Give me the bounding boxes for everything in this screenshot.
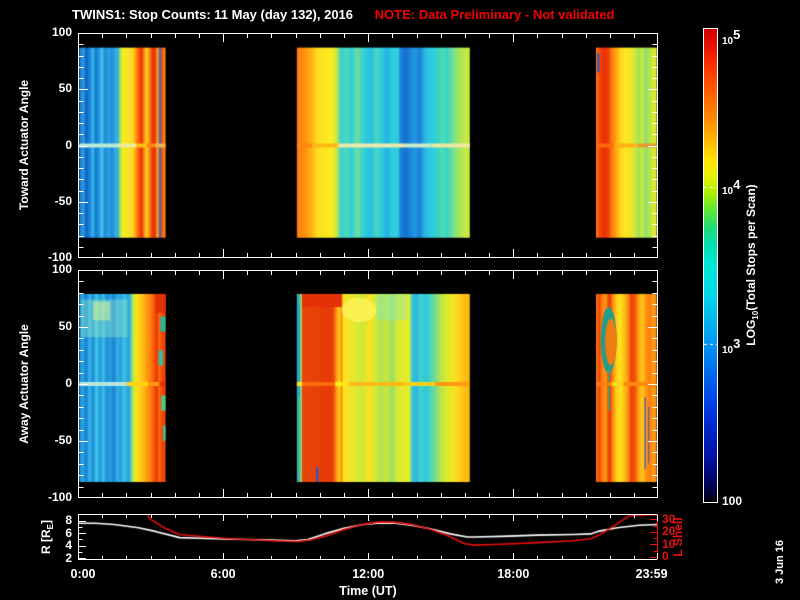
away-y-axis-label: Away Actuator Angle [17, 324, 31, 444]
time-tick-label: 12:00 [352, 567, 385, 581]
time-tick-label: 18:00 [497, 567, 530, 581]
y-tick-label: 0 [65, 376, 72, 390]
y-tick-label: 50 [58, 319, 72, 333]
orbit-panel-axes [78, 514, 658, 560]
colorbar-gradient [704, 29, 717, 502]
colorbar-tick-label: 105 [722, 27, 741, 47]
y-tick-label: -100 [47, 490, 72, 504]
lshell-tick-label: 30 [662, 511, 676, 526]
time-tick-label: 23:59 [635, 567, 668, 581]
time-axis-label: Time (UT) [339, 584, 397, 598]
away-spectrogram-panel [78, 270, 658, 498]
y-tick-label: 100 [51, 262, 72, 276]
preliminary-note: NOTE: Data Preliminary - Not validated [374, 7, 615, 22]
time-tick-label: 0:00 [70, 567, 96, 581]
colorbar [703, 28, 718, 503]
r-tick-label: 2 [65, 550, 72, 565]
colorbar-tick-label: 103 [722, 335, 741, 356]
date-stamp: 3 Jun 16 [774, 539, 786, 585]
twins-stop-counts-plot: TWINS1: Stop Counts: 11 May (day 132), 2… [0, 0, 800, 600]
y-tick-label: -50 [54, 193, 72, 208]
colorbar-tick-label: 104 [722, 177, 741, 198]
y-tick-label: -50 [54, 433, 72, 447]
plot-title-row: TWINS1: Stop Counts: 11 May (day 132), 2… [72, 7, 615, 22]
r-axis-label: R [RE] [39, 519, 55, 555]
away-panel-axes [78, 270, 658, 498]
colorbar-tick-label: 100 [722, 494, 743, 508]
y-tick-label: 100 [51, 25, 72, 39]
plot-title: TWINS1: Stop Counts: 11 May (day 132), 2… [72, 7, 354, 22]
time-tick-label: 6:00 [210, 567, 236, 581]
y-tick-label: 50 [58, 81, 72, 96]
colorbar-title: LOG10(Total Stops per Scan) [744, 184, 760, 346]
orbit-line-panel [78, 514, 658, 560]
y-tick-label: 0 [65, 137, 72, 152]
toward-y-axis-label: Toward Actuator Angle [17, 79, 31, 211]
toward-spectrogram-panel [78, 33, 658, 258]
toward-panel-axes [78, 33, 658, 258]
